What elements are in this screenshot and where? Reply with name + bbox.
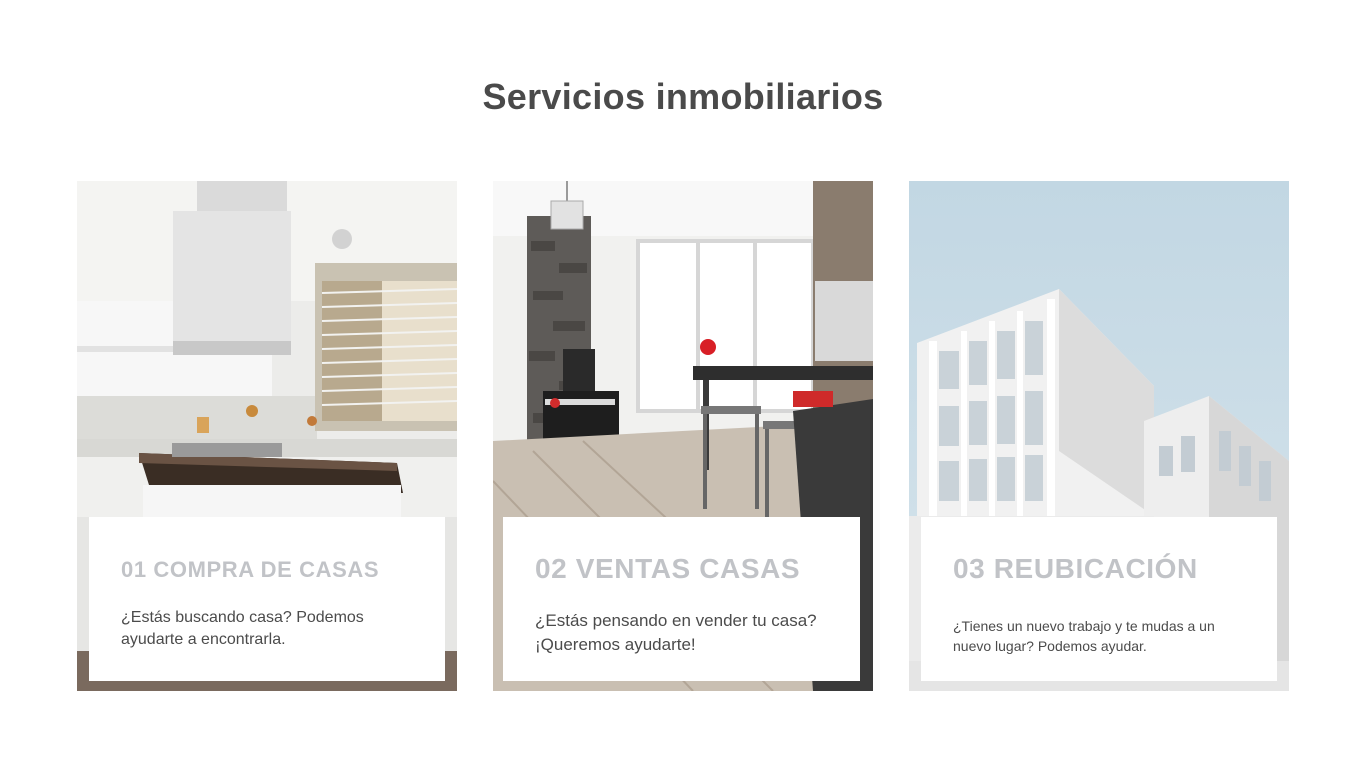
service-card-compra[interactable]: 01 COMPRA DE CASAS ¿Estás buscando casa?… — [77, 181, 457, 691]
service-card-reubicacion[interactable]: 03 REUBICACIÓN ¿Tienes un nuevo trabajo … — [909, 181, 1289, 691]
card-title[interactable]: 01 COMPRA DE CASAS — [121, 557, 413, 583]
card-description: ¿Estás buscando casa? Podemos ayudarte a… — [121, 609, 364, 649]
card-text-box: 01 COMPRA DE CASAS ¿Estás buscando casa?… — [89, 517, 445, 681]
service-card-ventas[interactable]: 02 VENTAS CASAS ¿Estás pensando en vende… — [493, 181, 873, 691]
card-text-box: 02 VENTAS CASAS ¿Estás pensando en vende… — [503, 517, 860, 681]
card-description: ¿Tienes un nuevo trabajo y te mudas a un… — [953, 618, 1215, 654]
card-title[interactable]: 02 VENTAS CASAS — [535, 553, 828, 585]
card-title[interactable]: 03 REUBICACIÓN — [953, 553, 1245, 585]
card-description: ¿Estás pensando en vender tu casa? ¡Quer… — [535, 611, 817, 654]
page-title: Servicios inmobiliarios — [482, 76, 884, 117]
card-text-box: 03 REUBICACIÓN ¿Tienes un nuevo trabajo … — [921, 517, 1277, 681]
